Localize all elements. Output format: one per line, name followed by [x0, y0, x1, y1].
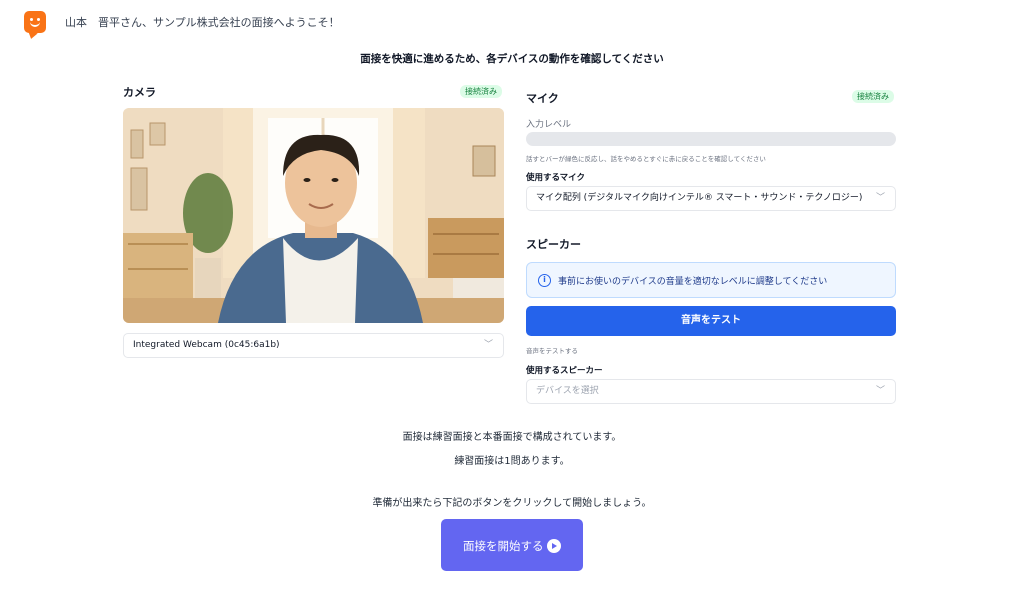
test-audio-hint: 音声をテストする: [526, 347, 578, 355]
speaker-info-text: 事前にお使いのデバイスの音量を適切なレベルに調整してください: [558, 277, 828, 287]
camera-device-value: Integrated Webcam (0c45:6a1b): [133, 340, 280, 350]
info-icon: i: [538, 274, 551, 287]
camera-preview: [123, 108, 504, 323]
camera-section-title: カメラ: [123, 86, 156, 99]
play-circle-icon: [547, 539, 561, 553]
camera-status-badge: 接続済み: [460, 85, 502, 98]
speaker-info-box: i 事前にお使いのデバイスの音量を適切なレベルに調整してください: [526, 262, 896, 298]
logo-smile: [30, 22, 40, 27]
mic-level-hint: 話すとバーが緑色に反応し、話をやめるとすぐに赤に戻ることを確認してください: [526, 155, 766, 163]
chevron-down-icon: ﹀: [875, 193, 885, 203]
mic-level-label: 入力レベル: [526, 120, 572, 130]
interview-structure-note: 面接は練習面接と本番面接で構成されています。: [402, 432, 622, 443]
mic-device-select[interactable]: マイク配列 (デジタルマイク向けインテル® スマート・サウンド・テクノロジー) …: [526, 186, 896, 211]
mic-status-badge: 接続済み: [852, 90, 894, 103]
practice-question-note: 練習面接は1問あります。: [454, 456, 570, 467]
mic-level-bar: [526, 132, 896, 146]
start-interview-label: 面接を開始する: [463, 539, 544, 553]
mic-section-title: マイク: [526, 92, 559, 105]
app-logo-icon: [24, 11, 46, 33]
start-instruction-note: 準備が出来たら下記のボタンをクリックして開始しましょう。: [372, 498, 652, 509]
camera-device-select[interactable]: Integrated Webcam (0c45:6a1b) ﹀: [123, 333, 504, 358]
chevron-down-icon: ﹀: [483, 340, 493, 350]
mic-device-value: マイク配列 (デジタルマイク向けインテル® スマート・サウンド・テクノロジー): [536, 193, 863, 203]
mic-select-label: 使用するマイク: [526, 173, 585, 183]
speaker-section-title: スピーカー: [526, 238, 581, 251]
test-audio-button[interactable]: 音声をテスト: [526, 306, 896, 336]
welcome-message: 山本 晋平さん、サンプル株式会社の面接へようこそ！: [65, 16, 340, 29]
logo-eye-left: [30, 18, 33, 21]
camera-preview-image: [123, 108, 504, 323]
logo-eye-right: [37, 18, 40, 21]
speaker-device-placeholder: デバイスを選択: [536, 386, 599, 396]
chevron-down-icon: ﹀: [875, 386, 885, 396]
speaker-select-label: 使用するスピーカー: [526, 366, 603, 376]
page-subtitle: 面接を快適に進めるため、各デバイスの動作を確認してください: [360, 53, 664, 65]
start-interview-button[interactable]: 面接を開始する: [441, 519, 583, 571]
speaker-device-select[interactable]: デバイスを選択 ﹀: [526, 379, 896, 404]
